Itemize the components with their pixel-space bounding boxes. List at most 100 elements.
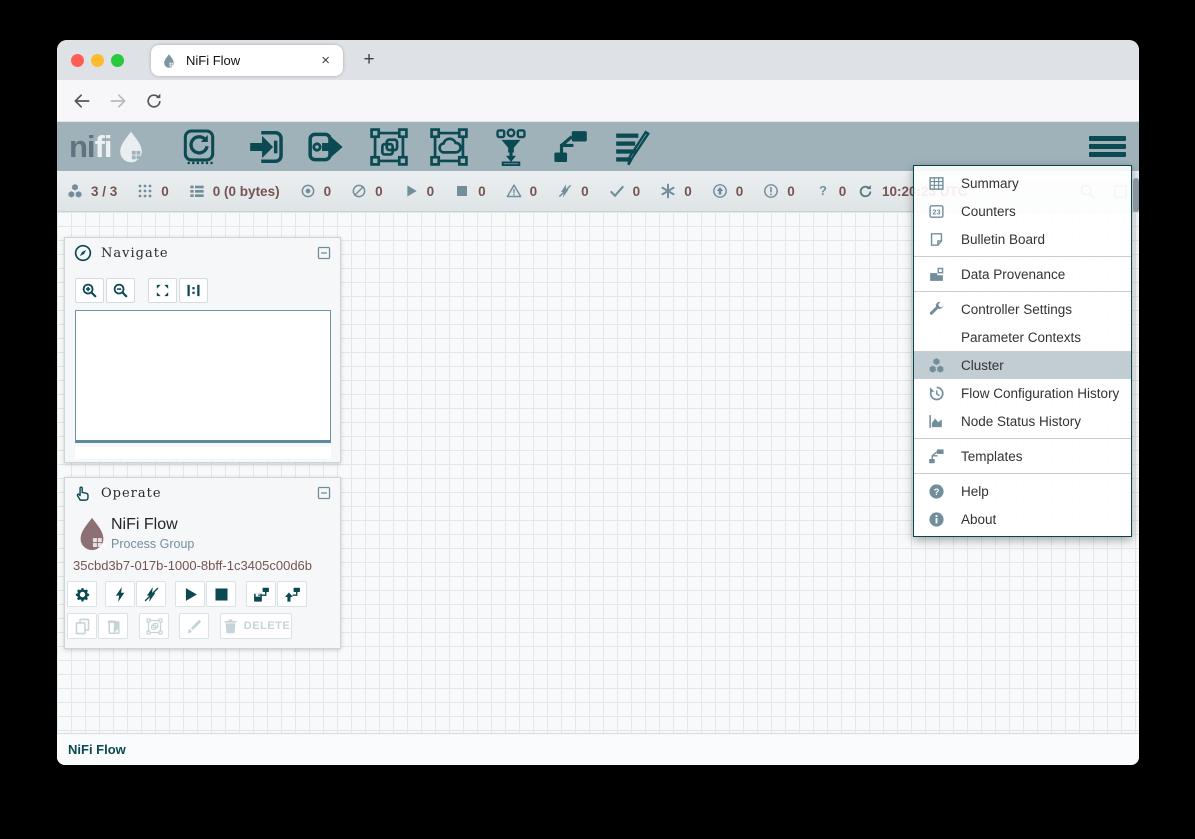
input-port-icon[interactable] bbox=[247, 128, 285, 166]
collapse-operate-icon[interactable] bbox=[317, 486, 331, 500]
menu-item-about[interactable]: About bbox=[914, 505, 1131, 533]
delete-button[interactable]: DELETE bbox=[220, 613, 292, 639]
menu-item-cluster[interactable]: Cluster bbox=[914, 351, 1131, 379]
tab-title: NiFi Flow bbox=[186, 53, 318, 68]
stop-button[interactable] bbox=[206, 581, 236, 607]
status-grid: 0 bbox=[137, 183, 169, 199]
navigate-title: Navigate bbox=[101, 246, 317, 261]
flow-configuration-history-icon bbox=[927, 385, 946, 402]
configure-icon bbox=[74, 586, 91, 603]
funnel-icon[interactable] bbox=[492, 128, 530, 166]
menu-item-parameter-contexts[interactable]: Parameter Contexts bbox=[914, 323, 1131, 351]
birdseye-footer bbox=[75, 447, 331, 459]
menu-item-help[interactable]: ?Help bbox=[914, 477, 1131, 505]
template-icon[interactable] bbox=[552, 128, 590, 166]
zoom-fit-button[interactable] bbox=[148, 278, 177, 303]
start-button[interactable] bbox=[175, 581, 205, 607]
group-button[interactable] bbox=[139, 613, 169, 639]
flow-name: NiFi Flow bbox=[111, 516, 178, 534]
breadcrumb[interactable]: NiFi Flow bbox=[68, 742, 126, 757]
operate-title: Operate bbox=[101, 486, 317, 501]
enable-icon bbox=[112, 586, 129, 603]
zoom-out-button[interactable] bbox=[106, 278, 135, 303]
navigate-header: Navigate bbox=[65, 238, 340, 268]
scrollbar-thumb[interactable] bbox=[1133, 178, 1139, 212]
svg-text:23: 23 bbox=[932, 207, 940, 216]
tab-close-icon[interactable]: × bbox=[318, 52, 333, 69]
birdseye-view[interactable] bbox=[75, 310, 331, 443]
menu-item-summary[interactable]: Summary bbox=[914, 169, 1131, 197]
maximize-window-button[interactable] bbox=[111, 54, 124, 67]
no-icon bbox=[927, 329, 946, 346]
back-icon[interactable] bbox=[72, 91, 92, 111]
help-icon: ? bbox=[927, 483, 946, 500]
disable-button[interactable] bbox=[136, 581, 166, 607]
status-disabled: 0 bbox=[557, 183, 589, 199]
stop-icon bbox=[213, 586, 230, 603]
process-group-icon[interactable] bbox=[370, 128, 408, 166]
disabled-icon bbox=[557, 183, 573, 199]
configure-button[interactable] bbox=[67, 581, 97, 607]
menu-item-templates[interactable]: Templates bbox=[914, 442, 1131, 470]
browser-tab[interactable]: NiFi Flow × bbox=[151, 45, 343, 76]
zoom-actual-button[interactable] bbox=[179, 278, 208, 303]
upload-template-button[interactable] bbox=[277, 581, 307, 607]
status-up-to-date: 0 bbox=[609, 183, 641, 199]
menu-separator bbox=[914, 438, 1131, 439]
zoom-in-icon bbox=[81, 282, 98, 299]
not-transmitting-icon bbox=[351, 183, 367, 199]
fill-color-button[interactable] bbox=[179, 613, 209, 639]
nifi-drop-icon bbox=[113, 129, 149, 165]
compass-icon bbox=[74, 244, 92, 262]
queued-icon bbox=[189, 183, 205, 199]
processor-icon[interactable] bbox=[180, 128, 218, 166]
group-icon bbox=[146, 618, 163, 635]
output-port-icon[interactable] bbox=[307, 128, 345, 166]
stale-icon bbox=[712, 183, 728, 199]
forward-icon[interactable] bbox=[108, 91, 128, 111]
global-menu-icon[interactable] bbox=[1089, 136, 1126, 160]
status-sync-failure: ?0 bbox=[815, 183, 847, 199]
create-template-button[interactable] bbox=[246, 581, 276, 607]
status-locally-modified: 0 bbox=[660, 183, 692, 199]
paste-button[interactable] bbox=[98, 613, 128, 639]
remote-process-group-icon[interactable] bbox=[430, 128, 468, 166]
transmitting-icon bbox=[300, 183, 316, 199]
menu-item-bulletin-board[interactable]: Bulletin Board bbox=[914, 225, 1131, 253]
reload-icon[interactable] bbox=[144, 91, 164, 111]
menu-item-counters[interactable]: 23Counters bbox=[914, 197, 1131, 225]
enable-button[interactable] bbox=[105, 581, 135, 607]
sync-failure-icon: ? bbox=[815, 183, 831, 199]
nifi-logo: nifi bbox=[69, 129, 149, 165]
status-queued: 0 (0 bytes) bbox=[189, 183, 280, 199]
data-provenance-icon bbox=[927, 266, 946, 283]
stopped-icon bbox=[454, 183, 470, 199]
zoom-in-button[interactable] bbox=[75, 278, 104, 303]
zoom-actual-icon bbox=[185, 282, 202, 299]
browser-tab-bar: NiFi Flow × + bbox=[57, 40, 1139, 80]
menu-item-flow-configuration-history[interactable]: Flow Configuration History bbox=[914, 379, 1131, 407]
label-icon[interactable] bbox=[613, 128, 651, 166]
nifi-favicon-icon bbox=[161, 53, 177, 69]
process-group-drop-icon bbox=[73, 514, 111, 554]
new-tab-button[interactable]: + bbox=[355, 47, 383, 73]
collapse-navigate-icon[interactable] bbox=[317, 246, 331, 260]
close-window-button[interactable] bbox=[71, 54, 84, 67]
browser-nav-bar: 192.168.40.11:8080/nifi/ local bbox=[57, 80, 1139, 122]
refresh-icon[interactable] bbox=[857, 183, 874, 200]
copy-button[interactable] bbox=[67, 613, 97, 639]
controller-settings-icon bbox=[927, 301, 946, 318]
minimize-window-button[interactable] bbox=[91, 54, 104, 67]
menu-item-node-status-history[interactable]: Node Status History bbox=[914, 407, 1131, 435]
bulletin-board-icon bbox=[927, 231, 946, 248]
copy-icon bbox=[74, 618, 91, 635]
menu-item-data-provenance[interactable]: Data Provenance bbox=[914, 260, 1131, 288]
browser-window: NiFi Flow × + 192.168.40.11:8080/nifi/ l… bbox=[57, 40, 1139, 765]
about-icon bbox=[927, 511, 946, 528]
menu-item-controller-settings[interactable]: Controller Settings bbox=[914, 295, 1131, 323]
cluster-icon bbox=[67, 183, 83, 199]
status-transmitting: 0 bbox=[300, 183, 332, 199]
menu-separator bbox=[914, 291, 1131, 292]
counters-icon: 23 bbox=[927, 203, 946, 220]
nifi-toolbar: nifi bbox=[57, 122, 1139, 171]
